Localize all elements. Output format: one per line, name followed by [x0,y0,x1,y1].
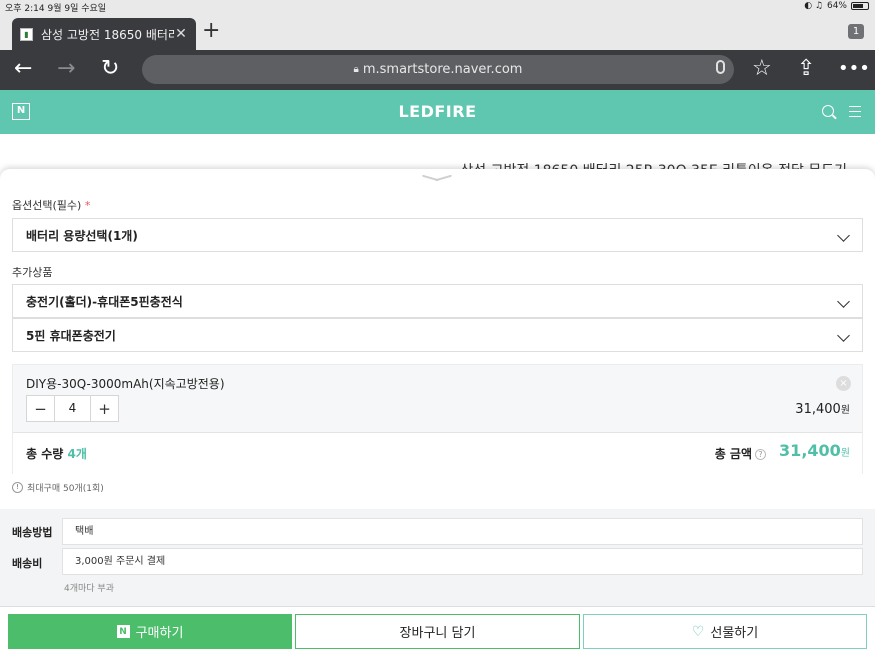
site-header: N LEDFIRE [0,90,875,134]
share-icon[interactable]: ⇪ [797,57,815,81]
increase-quantity-button[interactable]: + [91,396,118,421]
forward-arrow-icon[interactable]: → [57,57,75,81]
shipping-fee-note: 4개마다 부과 [64,584,114,594]
tab-active[interactable]: ▮ 삼성 고방전 18650 배터리 2 ✕ [12,18,196,50]
item-price: 31,400원 [795,402,850,417]
reload-icon[interactable]: ↻ [101,57,119,81]
more-menu-icon[interactable]: ••• [838,57,870,81]
bookmark-star-icon[interactable]: ☆ [752,57,772,81]
required-option-select[interactable]: 배터리 용량선택(1개) [12,218,863,252]
addon-select-phone-charger[interactable]: 5핀 휴대폰충전기 [12,318,863,352]
shipping-method-value: 택배 [62,518,863,545]
required-option-label: 옵션선택(필수) * [12,199,91,212]
remove-item-icon[interactable]: × [836,376,851,391]
chevron-down-icon [837,295,850,308]
battery-icon [851,2,869,10]
buy-button[interactable]: N 구매하기 [8,614,292,649]
chevron-down-icon [837,329,850,342]
decrease-quantity-button[interactable]: − [27,396,54,421]
add-to-cart-button[interactable]: 장바구니 담기 [295,614,580,649]
quantity-input[interactable]: 4 [54,396,91,421]
lock-icon: 🔒︎ [353,64,359,75]
tab-bar: ▮ 삼성 고방전 18650 배터리 2 ✕ + 1 [0,14,875,50]
headphones-icon: ◐ ♫ [804,1,823,11]
action-bar: N 구매하기 장바구니 담기 ♡ 선물하기 [0,606,875,656]
select-value: 5핀 휴대폰충전기 [26,328,116,343]
cart-label: 장바구니 담기 [399,626,476,641]
buy-label: 구매하기 [135,626,184,641]
total-amount: 31,400원 [779,441,850,460]
selected-item-name: DIY용-30Q-3000mAh(지속고방전용) [26,377,225,391]
gift-label: 선물하기 [710,626,759,641]
battery-percent: 64% [826,1,847,11]
total-quantity-value: 4개 [67,447,87,461]
tab-close-icon[interactable]: ✕ [174,26,188,42]
sheet-collapse-handle[interactable] [422,174,452,186]
required-mark: * [84,199,91,212]
product-page-background: 삼성 고방전 18650 배터리 25R 30Q 35E 리튬이온 정담 무드기 [0,134,875,179]
quantity-stepper: − 4 + [26,395,119,422]
tab-title: 삼성 고방전 18650 배터리 2 [41,27,174,42]
total-row: 총 수량 4개 총 금액? 31,400원 [13,433,862,474]
browser-toolbar: ← → ↻ 🔒︎ m.smartstore.naver.com ☆ ⇪ ••• [0,50,875,90]
status-bar: 오후 2:14 9월 9일 수요일 ◐ ♫ 64% [0,0,875,14]
microphone-icon[interactable] [716,60,725,74]
addon-select-charger-holder[interactable]: 충전기(홀더)-휴대폰5핀충전식 [12,284,863,318]
new-tab-button[interactable]: + [202,20,220,42]
search-icon[interactable] [822,105,834,117]
gift-heart-icon: ♡ [691,623,705,640]
back-arrow-icon[interactable]: ← [14,57,32,81]
select-value: 배터리 용량선택(1개) [26,228,138,243]
total-amount-label: 총 금액? [715,445,766,462]
shipping-method-label: 배송방법 [12,526,53,539]
hamburger-menu-icon[interactable] [849,106,861,117]
shipping-fee-value: 3,000원 주문시 결제 [62,548,863,575]
shipping-fee-label: 배송비 [12,557,43,570]
addon-section-label: 추가상품 [12,266,53,279]
status-time-date: 오후 2:14 9월 9일 수요일 [5,4,107,14]
max-purchase-text: 최대구매 50개(1회) [27,484,104,494]
gift-button[interactable]: ♡ 선물하기 [583,614,867,649]
status-right: ◐ ♫ 64% [804,1,869,11]
help-icon[interactable]: ? [755,449,766,460]
naver-pay-icon: N [116,625,130,638]
shipping-section: 배송방법 택배 배송비 3,000원 주문시 결제 4개마다 부과 [0,509,875,606]
url-text: m.smartstore.naver.com [362,62,523,77]
selected-item-box: DIY용-30Q-3000mAh(지속고방전용) × − 4 + 31,400원… [12,364,863,474]
max-purchase-notice: ! 최대구매 50개(1회) [12,481,104,494]
select-value: 충전기(홀더)-휴대폰5핀충전식 [26,294,183,309]
chevron-down-icon [837,229,850,242]
tab-count-badge[interactable]: 1 [848,24,864,39]
favicon-icon: ▮ [20,27,33,41]
address-bar[interactable]: 🔒︎ m.smartstore.naver.com [142,55,734,84]
info-icon: ! [12,482,23,493]
total-quantity: 총 수량 4개 [26,447,87,461]
store-brand[interactable]: LEDFIRE [0,102,875,121]
